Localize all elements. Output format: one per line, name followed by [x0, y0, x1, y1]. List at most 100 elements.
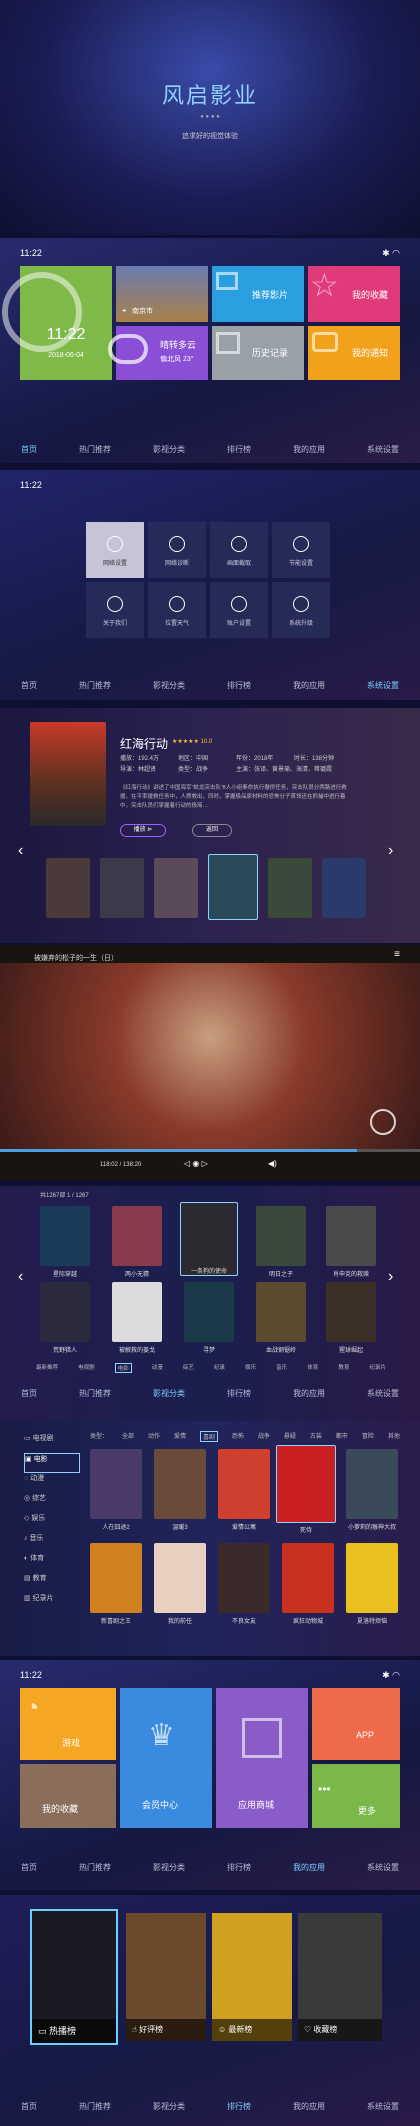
nav-settings[interactable]: 系统设置 — [363, 678, 403, 693]
city-tile[interactable]: ⌖ 南京市 — [116, 266, 208, 322]
movie-poster[interactable] — [90, 1543, 142, 1613]
prev-arrow-icon[interactable]: ‹ — [18, 1268, 23, 1286]
movie-poster[interactable] — [218, 1449, 270, 1519]
category-item-active[interactable]: 电影 — [114, 1363, 132, 1373]
movie-poster-selected[interactable] — [180, 1202, 238, 1276]
nav-settings[interactable]: 系统设置 — [363, 2099, 403, 2114]
volume-icon[interactable]: ◀) — [268, 1159, 277, 1168]
vip-tile[interactable]: ♛ 会员中心 — [120, 1688, 212, 1828]
more-tile[interactable]: ••• 更多 — [312, 1764, 400, 1828]
side-item[interactable]: ◎ 综艺 — [24, 1493, 80, 1513]
related-poster[interactable] — [46, 858, 90, 918]
nav-category[interactable]: 影视分类 — [149, 2099, 189, 2114]
side-item[interactable]: ▭ 电视剧 — [24, 1433, 80, 1453]
setting-account[interactable]: 账户设置 — [210, 582, 268, 638]
type-item[interactable]: 恐怖 — [232, 1431, 244, 1442]
play-icon[interactable] — [370, 1109, 396, 1135]
nav-home[interactable]: 首页 — [17, 678, 41, 693]
setting-upgrade[interactable]: 系统升级 — [272, 582, 330, 638]
nav-rank[interactable]: 排行榜 — [223, 2099, 255, 2114]
category-item[interactable]: 纪录 — [214, 1363, 225, 1373]
nav-settings[interactable]: 系统设置 — [363, 1860, 403, 1875]
nav-rank[interactable]: 排行榜 — [223, 678, 255, 693]
next-arrow-icon[interactable]: › — [388, 1268, 393, 1286]
type-item-active[interactable]: 喜剧 — [199, 1431, 218, 1442]
history-tile[interactable]: 历史记录 — [212, 326, 304, 380]
type-item[interactable]: 冒险 — [362, 1431, 374, 1442]
nav-rank[interactable]: 排行榜 — [223, 1386, 255, 1401]
side-item[interactable]: ◌ 动漫 — [24, 1473, 80, 1493]
related-poster-selected[interactable] — [208, 854, 258, 920]
related-poster[interactable] — [100, 858, 144, 918]
notify-tile[interactable]: 我的通知 — [308, 326, 400, 380]
movie-poster[interactable] — [112, 1206, 162, 1266]
nav-home[interactable]: 首页 — [17, 442, 41, 457]
progress-bar[interactable] — [0, 1149, 420, 1152]
type-item[interactable]: 战争 — [258, 1431, 270, 1442]
side-item[interactable]: ♪ 音乐 — [24, 1533, 80, 1553]
nav-hot[interactable]: 热门推荐 — [75, 1386, 115, 1401]
side-item[interactable]: ◇ 娱乐 — [24, 1513, 80, 1533]
movie-poster[interactable] — [326, 1206, 376, 1266]
movie-poster[interactable] — [184, 1282, 234, 1342]
nav-apps[interactable]: 我的应用 — [289, 2099, 329, 2114]
nav-hot[interactable]: 热门推荐 — [75, 2099, 115, 2114]
movie-poster[interactable] — [346, 1543, 398, 1613]
nav-rank[interactable]: 排行榜 — [223, 1860, 255, 1875]
nav-category[interactable]: 影视分类 — [149, 1860, 189, 1875]
category-item[interactable]: 综艺 — [183, 1363, 194, 1373]
related-poster[interactable] — [154, 858, 198, 918]
recommend-tile[interactable]: 推荐影片 — [212, 266, 304, 322]
setting-network[interactable]: 网络设置 — [86, 522, 144, 578]
nav-settings[interactable]: 系统设置 — [363, 1386, 403, 1401]
setting-diagnose[interactable]: 网络诊断 — [148, 522, 206, 578]
type-item[interactable]: 动作 — [148, 1431, 160, 1442]
movie-poster-selected[interactable] — [276, 1445, 336, 1523]
category-item[interactable]: 纪录片 — [369, 1363, 386, 1373]
clock-tile[interactable]: 11:22 2018-06-04 — [2, 266, 112, 380]
side-item[interactable]: ▤ 教育 — [24, 1573, 80, 1593]
weather-tile[interactable]: 晴转多云 偏北风 23° — [108, 326, 208, 380]
movie-poster[interactable] — [154, 1543, 206, 1613]
nav-apps[interactable]: 我的应用 — [289, 1860, 329, 1875]
list-icon[interactable]: ≡ — [394, 949, 400, 960]
category-item[interactable]: 最新推荐 — [36, 1363, 58, 1373]
side-item[interactable]: ▥ 纪录片 — [24, 1593, 80, 1613]
category-item[interactable]: 体育 — [307, 1363, 318, 1373]
nav-category[interactable]: 影视分类 — [149, 1386, 189, 1401]
movie-poster[interactable] — [40, 1206, 90, 1266]
setting-energy[interactable]: 节能设置 — [272, 522, 330, 578]
nav-apps[interactable]: 我的应用 — [289, 1386, 329, 1401]
type-item[interactable]: 都市 — [336, 1431, 348, 1442]
nav-category[interactable]: 影视分类 — [149, 442, 189, 457]
store-tile[interactable]: 应用商城 — [216, 1688, 308, 1828]
type-item[interactable]: 悬疑 — [284, 1431, 296, 1442]
related-poster[interactable] — [322, 858, 366, 918]
movie-poster[interactable] — [256, 1282, 306, 1342]
collect-rank-tile[interactable]: ♡ 收藏榜 — [298, 1913, 382, 2041]
setting-capture[interactable]: 画面截取 — [210, 522, 268, 578]
movie-poster[interactable] — [40, 1282, 90, 1342]
nav-settings[interactable]: 系统设置 — [363, 442, 403, 457]
movie-poster[interactable] — [282, 1543, 334, 1613]
favorites-tile[interactable]: ☆ 我的收藏 — [308, 266, 400, 322]
nav-apps[interactable]: 我的应用 — [289, 678, 329, 693]
setting-location[interactable]: 位置天气 — [148, 582, 206, 638]
new-rank-tile[interactable]: ☺ 最新榜 — [212, 1913, 292, 2041]
setting-about[interactable]: 关于我们 — [86, 582, 144, 638]
type-item[interactable]: 全部 — [122, 1431, 134, 1442]
type-item[interactable]: 其他 — [388, 1431, 400, 1442]
type-item[interactable]: 古装 — [310, 1431, 322, 1442]
nav-apps[interactable]: 我的应用 — [289, 442, 329, 457]
movie-poster[interactable] — [326, 1282, 376, 1342]
nav-rank[interactable]: 排行榜 — [223, 442, 255, 457]
movie-poster[interactable] — [218, 1543, 270, 1613]
nav-category[interactable]: 影视分类 — [149, 678, 189, 693]
hot-rank-tile[interactable]: ▭ 热播榜 — [30, 1909, 118, 2045]
app-tile[interactable]: APP — [312, 1688, 400, 1760]
video-frame[interactable] — [0, 963, 420, 1149]
category-item[interactable]: 电视剧 — [78, 1363, 95, 1373]
nav-hot[interactable]: 热门推荐 — [75, 1860, 115, 1875]
type-item[interactable]: 爱情 — [174, 1431, 186, 1442]
category-item[interactable]: 音乐 — [276, 1363, 287, 1373]
